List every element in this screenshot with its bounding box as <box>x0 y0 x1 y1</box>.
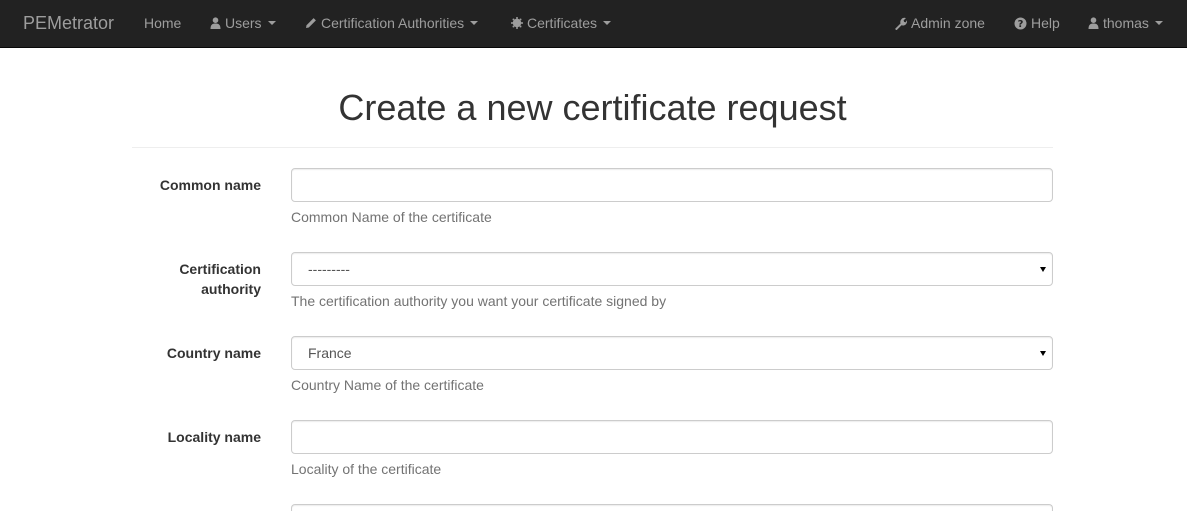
nav-home[interactable]: Home <box>144 15 181 31</box>
country-name-selected: France <box>308 345 352 361</box>
user-icon <box>1088 17 1099 29</box>
chevron-down-icon <box>470 21 479 25</box>
select-arrow-icon <box>1040 351 1046 356</box>
pencil-icon <box>305 17 317 29</box>
nav-admin-zone[interactable]: Admin zone <box>894 15 985 31</box>
locality-name-label: Locality name <box>167 429 261 445</box>
next-field-input[interactable] <box>291 504 1053 511</box>
nav-certification-authorities-label: Certification Authorities <box>321 15 465 31</box>
country-name-select[interactable]: France <box>291 336 1053 370</box>
nav-users-label: Users <box>225 15 262 31</box>
locality-name-help: Locality of the certificate <box>291 461 442 477</box>
nav-user-label: thomas <box>1103 15 1149 31</box>
certification-authority-label-line2: authority <box>201 281 261 297</box>
certification-authority-label-line1: Certification <box>179 261 261 277</box>
nav-help[interactable]: ? Help <box>1014 15 1060 31</box>
locality-name-input[interactable] <box>291 420 1053 454</box>
nav-users-dropdown[interactable]: Users <box>210 15 276 31</box>
nav-certificates-dropdown[interactable]: Certificates <box>511 15 612 31</box>
chevron-down-icon <box>1154 21 1163 25</box>
certification-authority-selected: --------- <box>308 261 350 277</box>
common-name-label: Common name <box>159 177 261 193</box>
top-navbar: PEMetrator Home Users Certification Auth… <box>0 0 1187 48</box>
nav-certification-authorities-dropdown[interactable]: Certification Authorities <box>305 15 479 31</box>
wrench-icon <box>894 17 907 30</box>
brand-link[interactable]: PEMetrator <box>23 13 114 33</box>
chevron-down-icon <box>603 21 612 25</box>
certification-authority-help: The certification authority you want you… <box>291 293 667 309</box>
common-name-help: Common Name of the certificate <box>291 209 492 225</box>
page-title: Create a new certificate request <box>338 87 847 128</box>
certification-authority-select[interactable]: --------- <box>291 252 1053 286</box>
question-circle-icon: ? <box>1014 17 1027 30</box>
svg-text:?: ? <box>1018 19 1024 30</box>
country-name-help: Country Name of the certificate <box>291 377 484 393</box>
nav-help-label: Help <box>1031 15 1060 31</box>
nav-certificates-label: Certificates <box>527 15 598 31</box>
nav-user-dropdown[interactable]: thomas <box>1088 15 1163 31</box>
select-arrow-icon <box>1040 267 1046 272</box>
certificate-icon <box>511 17 523 29</box>
nav-admin-zone-label: Admin zone <box>911 15 985 31</box>
country-name-label: Country name <box>166 345 261 361</box>
heading-divider <box>132 147 1053 148</box>
user-icon <box>210 17 221 29</box>
certification-authority-label: Certification authority <box>179 259 261 299</box>
chevron-down-icon <box>267 21 276 25</box>
common-name-input[interactable] <box>291 168 1053 202</box>
